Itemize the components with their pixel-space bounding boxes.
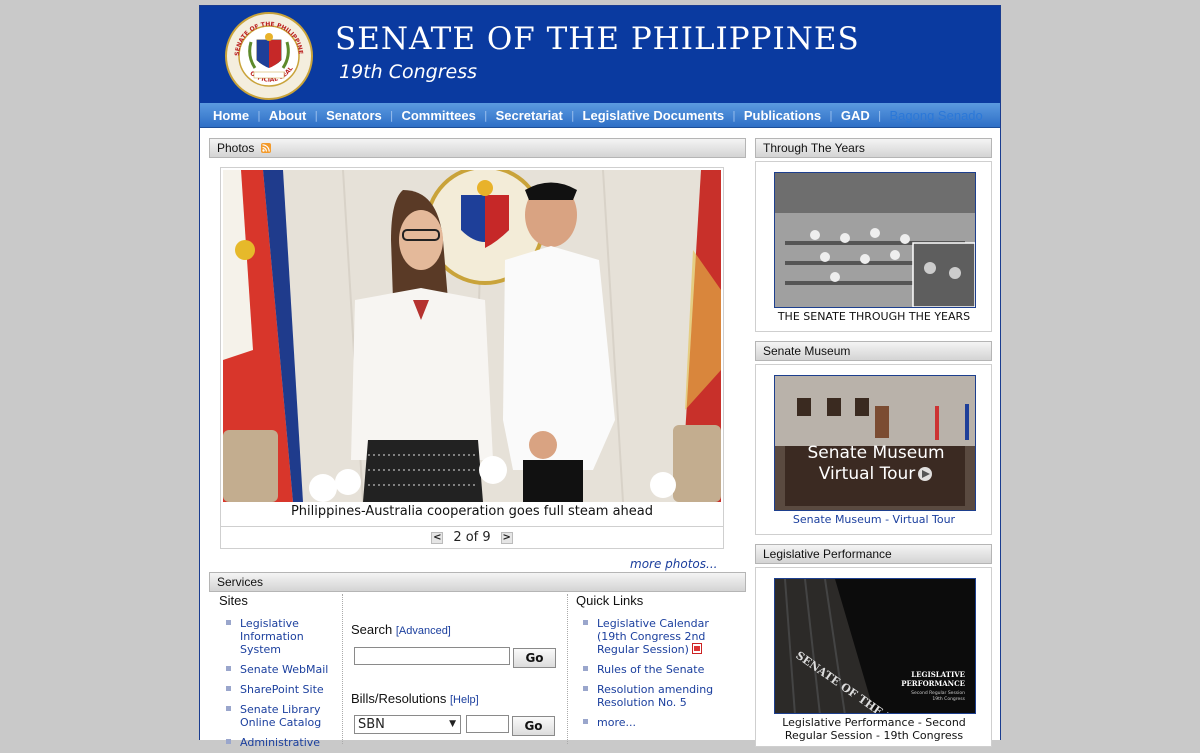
sites-column: Sites Legislative Information System Sen… bbox=[219, 593, 344, 753]
through-the-years-illustration bbox=[775, 173, 975, 307]
services-header-label: Services bbox=[217, 575, 264, 589]
rss-feed-icon[interactable] bbox=[260, 143, 271, 153]
legislative-performance-header: Legislative Performance bbox=[755, 544, 992, 564]
search-label-text: Search bbox=[351, 622, 393, 637]
nav-bagong-senado[interactable]: Bagong Senado bbox=[882, 108, 991, 123]
site-subtitle: 19th Congress bbox=[339, 61, 478, 83]
bills-help-link[interactable]: [Help] bbox=[450, 694, 479, 706]
search-label: Search [Advanced] bbox=[351, 622, 451, 637]
legislative-performance-header-label: Legislative Performance bbox=[763, 547, 892, 561]
bill-type-selected-value: SBN bbox=[358, 717, 385, 732]
performance-overlay-line2: PERFORMANCE bbox=[901, 679, 965, 688]
quick-links-list: Legislative Calendar (19th Congress 2nd … bbox=[576, 617, 741, 729]
photo-caption[interactable]: Philippines-Australia cooperation goes f… bbox=[221, 504, 723, 519]
sites-title: Sites bbox=[219, 593, 248, 608]
next-photo-button[interactable]: > bbox=[500, 531, 513, 544]
performance-overlay-line4: 19th Congress bbox=[932, 696, 965, 702]
legislative-performance-box: SENATE OF THE P LEGISLATIVE PERFORMANCE … bbox=[755, 567, 992, 747]
bill-number-input[interactable] bbox=[466, 715, 509, 733]
nav-about[interactable]: About bbox=[261, 108, 315, 123]
photos-header-label: Photos bbox=[217, 141, 255, 155]
quick-link-resolution-amending[interactable]: Resolution amending Resolution No. 5 bbox=[576, 683, 741, 709]
site-link-library-catalog[interactable]: Senate Library Online Catalog bbox=[219, 703, 344, 729]
legislative-performance-caption[interactable]: Legislative Performance - Second Regular… bbox=[756, 716, 992, 742]
senate-seal-logo[interactable]: SENATE OF THE PHILIPPINES OFFICIAL SEAL bbox=[225, 12, 313, 100]
pdf-icon bbox=[692, 643, 703, 654]
more-photos-link[interactable]: more photos... bbox=[630, 557, 717, 571]
search-go-button[interactable]: Go bbox=[513, 648, 556, 668]
quick-link-legislative-calendar[interactable]: Legislative Calendar (19th Congress 2nd … bbox=[576, 617, 741, 656]
through-the-years-box: THE SENATE THROUGH THE YEARS bbox=[755, 161, 992, 332]
through-the-years-caption[interactable]: THE SENATE THROUGH THE YEARS bbox=[756, 310, 992, 323]
senate-museum-header: Senate Museum bbox=[755, 341, 992, 361]
advanced-search-link[interactable]: [Advanced] bbox=[396, 625, 451, 637]
page-container: SENATE OF THE PHILIPPINES OFFICIAL SEAL … bbox=[199, 5, 1001, 749]
performance-overlay-line3: Second Regular Session bbox=[911, 690, 965, 696]
services-section-header: Services bbox=[209, 572, 746, 592]
site-header: SENATE OF THE PHILIPPINES OFFICIAL SEAL … bbox=[200, 6, 1000, 103]
nav-gad[interactable]: GAD bbox=[833, 108, 878, 123]
quick-link-more[interactable]: more... bbox=[576, 716, 741, 729]
photos-section-header: Photos bbox=[209, 138, 746, 158]
legislative-performance-image[interactable]: SENATE OF THE P LEGISLATIVE PERFORMANCE … bbox=[774, 578, 976, 714]
legislative-performance-illustration: SENATE OF THE P LEGISLATIVE PERFORMANCE … bbox=[775, 579, 975, 713]
performance-overlay-line1: LEGISLATIVE bbox=[911, 670, 965, 679]
senate-museum-box: Senate Museum Virtual Tour Senate Museum… bbox=[755, 364, 992, 535]
senate-museum-image[interactable]: Senate Museum Virtual Tour bbox=[774, 375, 976, 511]
site-link-legislative-information-system[interactable]: Legislative Information System bbox=[219, 617, 344, 656]
photo-pager: < 2 of 9 > bbox=[221, 526, 723, 548]
column-divider bbox=[567, 594, 568, 744]
senate-museum-header-label: Senate Museum bbox=[763, 344, 851, 358]
through-the-years-header-label: Through The Years bbox=[763, 141, 865, 155]
quick-links-column: Quick Links Legislative Calendar (19th C… bbox=[576, 593, 741, 753]
main-navigation: Home | About | Senators | Committees | Secre… bbox=[200, 103, 1000, 128]
senate-museum-illustration: Senate Museum Virtual Tour bbox=[775, 376, 975, 510]
senate-museum-caption[interactable]: Senate Museum - Virtual Tour bbox=[756, 513, 992, 526]
bill-type-select[interactable]: SBN ▼ bbox=[354, 715, 461, 734]
photo-page-indicator: 2 of 9 bbox=[453, 530, 491, 545]
quick-link-rules-of-senate[interactable]: Rules of the Senate bbox=[576, 663, 741, 676]
museum-overlay-subtitle: Virtual Tour bbox=[819, 464, 916, 484]
museum-overlay-title: Senate Museum bbox=[807, 443, 944, 463]
chevron-down-icon: ▼ bbox=[449, 719, 456, 729]
site-link-administrative[interactable]: Administrative bbox=[219, 736, 344, 749]
search-input[interactable] bbox=[354, 647, 510, 665]
column-divider bbox=[342, 594, 343, 744]
quick-links-title: Quick Links bbox=[576, 593, 644, 608]
bills-label-text: Bills/Resolutions bbox=[351, 691, 447, 706]
featured-photo[interactable] bbox=[223, 170, 721, 502]
nav-legislative-documents[interactable]: Legislative Documents bbox=[575, 108, 733, 123]
bills-go-button[interactable]: Go bbox=[512, 716, 555, 736]
photo-slideshow: Philippines-Australia cooperation goes f… bbox=[220, 167, 724, 549]
site-title: SENATE OF THE PHILIPPINES bbox=[335, 21, 860, 57]
featured-photo-illustration bbox=[223, 170, 721, 502]
nav-publications[interactable]: Publications bbox=[736, 108, 829, 123]
nav-senators[interactable]: Senators bbox=[318, 108, 390, 123]
previous-photo-button[interactable]: < bbox=[431, 531, 444, 544]
nav-home[interactable]: Home bbox=[205, 108, 257, 123]
sites-list: Legislative Information System Senate We… bbox=[219, 617, 344, 749]
site-link-senate-webmail[interactable]: Senate WebMail bbox=[219, 663, 344, 676]
through-the-years-image[interactable] bbox=[774, 172, 976, 308]
through-the-years-header: Through The Years bbox=[755, 138, 992, 158]
bills-label: Bills/Resolutions [Help] bbox=[351, 691, 479, 706]
nav-committees[interactable]: Committees bbox=[393, 108, 483, 123]
nav-secretariat[interactable]: Secretariat bbox=[488, 108, 571, 123]
site-link-sharepoint[interactable]: SharePoint Site bbox=[219, 683, 344, 696]
